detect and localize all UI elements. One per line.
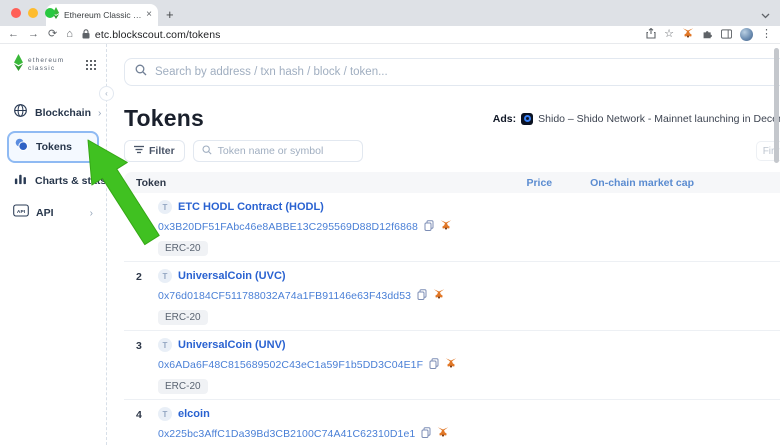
token-name-link[interactable]: UniversalCoin (UVC): [178, 270, 286, 282]
tab-title: Ethereum Classic tokens | Blo: [64, 10, 142, 20]
home-icon[interactable]: ⌂: [66, 29, 73, 40]
token-placeholder-icon: T: [158, 200, 172, 214]
tab-overview-chevron-icon[interactable]: [761, 6, 770, 24]
global-search-input[interactable]: Search by address / txn hash / block / t…: [124, 58, 780, 86]
lock-icon[interactable]: [82, 26, 90, 44]
search-icon: [202, 142, 212, 160]
token-address-link[interactable]: 0x225bc3AffC1Da39Bd3CB2100C74A41C62310D1…: [158, 428, 415, 440]
copy-icon[interactable]: [429, 356, 439, 374]
tokens-coins-icon: [14, 137, 29, 157]
etc-logo[interactable]: ethereum classic: [0, 54, 106, 76]
copy-icon[interactable]: [417, 287, 427, 305]
row-index: 4: [136, 407, 148, 445]
table-row[interactable]: 1 T ETC HODL Contract (HODL) 0x3B20DF51F…: [124, 193, 780, 262]
token-placeholder-icon: T: [158, 269, 172, 283]
forward-icon[interactable]: →: [28, 29, 39, 40]
column-header-holders[interactable]: Holders: [747, 177, 780, 189]
bar-chart-icon: [13, 171, 28, 191]
filter-button[interactable]: Filter: [124, 140, 185, 162]
chevron-right-icon: ›: [98, 108, 101, 119]
token-placeholder-icon: T: [158, 338, 172, 352]
copy-icon[interactable]: [421, 425, 431, 443]
token-search-placeholder: Token name or symbol: [218, 145, 324, 157]
token-type-badge: ERC-20: [158, 310, 208, 325]
token-name-link[interactable]: ETC HODL Contract (HODL): [178, 201, 324, 213]
holders-count: 24,048: [747, 269, 780, 283]
sidebar-item-charts-stats[interactable]: Charts & stats: [7, 166, 99, 196]
close-window-button[interactable]: [11, 8, 21, 18]
window-controls[interactable]: [11, 8, 55, 18]
row-index: 2: [136, 269, 148, 325]
url-bar: ← → ⟳ ⌂ etc.blockscout.com/tokens ☆: [0, 26, 780, 44]
reload-icon[interactable]: ⟳: [48, 29, 57, 40]
share-icon[interactable]: [646, 26, 656, 44]
token-name-link[interactable]: UniversalCoin (UNV): [178, 339, 286, 351]
api-icon: API: [13, 204, 29, 222]
logo-text: ethereum classic: [28, 57, 64, 73]
metamask-add-token-icon[interactable]: [433, 287, 445, 305]
chevron-right-icon: ›: [90, 208, 93, 219]
table-row[interactable]: 4 T elcoin 0x225bc3AffC1Da39Bd3CB2100C74…: [124, 400, 780, 445]
holders-count: 10,665: [747, 407, 780, 421]
token-type-badge: ERC-20: [158, 241, 208, 256]
column-header-price[interactable]: Price: [457, 177, 552, 189]
token-address-link[interactable]: 0x76d0184CF511788032A74a1FB91146e63F43dd…: [158, 290, 411, 302]
table-row[interactable]: 2 T UniversalCoin (UVC) 0x76d0184CF51178…: [124, 262, 780, 331]
browser-window: Ethereum Classic tokens | Blo × + ← → ⟳ …: [0, 0, 780, 445]
token-search-input[interactable]: Token name or symbol: [193, 140, 363, 162]
global-search-placeholder: Search by address / txn hash / block / t…: [155, 66, 388, 78]
globe-icon: [13, 103, 28, 123]
metamask-add-token-icon[interactable]: [437, 425, 449, 443]
row-index: 1: [136, 200, 148, 256]
copy-icon[interactable]: [424, 218, 434, 236]
browser-tab[interactable]: Ethereum Classic tokens | Blo ×: [46, 4, 158, 26]
column-header-market-cap[interactable]: On-chain market cap: [552, 177, 747, 189]
sidebar: ethereum classic ‹ Blockchain ›: [0, 44, 107, 445]
holders-count: 23,040: [747, 338, 780, 352]
sidebar-item-blockchain[interactable]: Blockchain ›: [7, 98, 99, 128]
apps-grid-icon[interactable]: [86, 60, 97, 71]
side-panel-icon[interactable]: [721, 26, 732, 44]
shido-icon: [521, 113, 533, 125]
token-type-badge: ERC-20: [158, 379, 208, 394]
sidebar-collapse-button[interactable]: ‹: [99, 86, 114, 101]
zoom-window-button[interactable]: [45, 8, 55, 18]
scrollbar-thumb[interactable]: [774, 48, 779, 163]
main-content: Search by address / txn hash / block / t…: [107, 44, 780, 445]
token-name-link[interactable]: elcoin: [178, 408, 210, 420]
profile-avatar[interactable]: [740, 28, 753, 41]
url-text[interactable]: etc.blockscout.com/tokens: [95, 29, 221, 41]
table-body: 1 T ETC HODL Contract (HODL) 0x3B20DF51F…: [124, 193, 780, 445]
svg-text:API: API: [17, 209, 26, 215]
tab-close-icon[interactable]: ×: [146, 10, 152, 20]
table-header-row: Token Price On-chain market cap Holders: [124, 172, 780, 193]
ethereum-classic-diamond-icon: [13, 54, 24, 76]
metamask-add-token-icon[interactable]: [445, 356, 457, 374]
ads-label: Ads:: [493, 113, 516, 125]
holders-count: 25,522: [747, 200, 780, 214]
sidebar-item-tokens[interactable]: Tokens: [7, 131, 99, 163]
filter-icon: [134, 145, 144, 157]
ad-banner: Ads: Shido – Shido Network - Mainnet lau…: [493, 113, 780, 125]
sidebar-item-api[interactable]: API API ›: [7, 199, 99, 227]
back-icon[interactable]: ←: [8, 29, 19, 40]
row-index: 3: [136, 338, 148, 394]
page-title: Tokens: [124, 105, 204, 132]
browser-menu-kebab-icon[interactable]: ⋮: [761, 29, 772, 40]
extensions-puzzle-icon[interactable]: [702, 26, 713, 44]
minimize-window-button[interactable]: [28, 8, 38, 18]
tab-strip: Ethereum Classic tokens | Blo × +: [0, 0, 780, 26]
metamask-add-token-icon[interactable]: [440, 218, 452, 236]
token-address-link[interactable]: 0x3B20DF51FAbc46e8ABBE13C295569D88D12f68…: [158, 221, 418, 233]
token-placeholder-icon: T: [158, 407, 172, 421]
bookmark-star-icon[interactable]: ☆: [664, 29, 674, 40]
search-icon: [135, 63, 147, 81]
tokens-table: Token Price On-chain market cap Holders …: [124, 172, 780, 445]
new-tab-button[interactable]: +: [166, 7, 174, 22]
table-row[interactable]: 3 T UniversalCoin (UNV) 0x6ADa6F48C81568…: [124, 331, 780, 400]
column-header-token: Token: [136, 177, 457, 189]
token-address-link[interactable]: 0x6ADa6F48C815689502C43eC1a59F1b5DD3C04E…: [158, 359, 423, 371]
ad-text: Shido – Shido Network - Mainnet launchin…: [538, 113, 780, 125]
metamask-extension-icon[interactable]: [682, 26, 694, 44]
